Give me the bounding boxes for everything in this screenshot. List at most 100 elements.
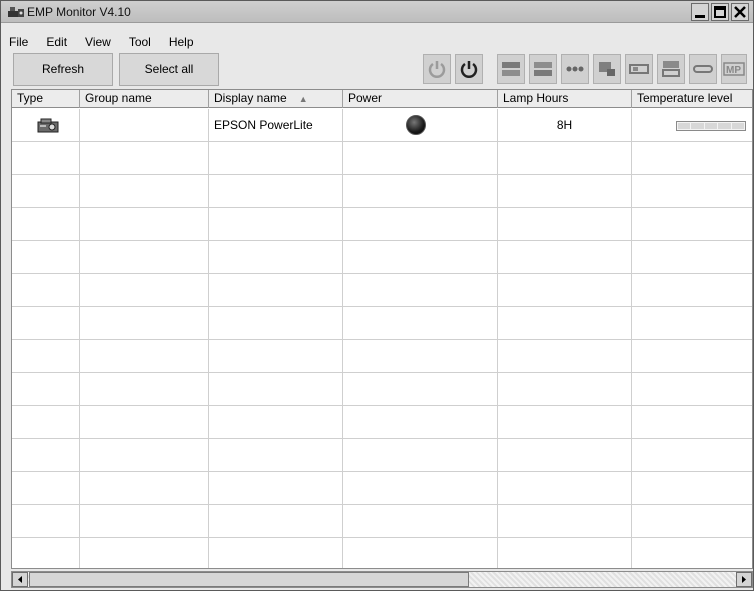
cell-group-name: [80, 109, 209, 142]
table-cell: [498, 406, 632, 439]
table-cell: [343, 241, 498, 274]
table-cell: [80, 373, 209, 406]
table-cell: [632, 208, 752, 241]
horizontal-scrollbar[interactable]: [11, 571, 753, 588]
scrollbar-thumb[interactable]: [29, 572, 469, 587]
table-cell: [209, 241, 343, 274]
resize-button[interactable]: [689, 54, 717, 84]
sort-ascending-icon: ▲: [298, 94, 308, 104]
power-off-icon: [460, 61, 478, 78]
table-cell: [209, 142, 343, 175]
table-row[interactable]: [12, 175, 752, 208]
column-header-temperature-level[interactable]: Temperature level: [632, 90, 752, 108]
table-cell: [632, 274, 752, 307]
av-mute-button[interactable]: [625, 54, 653, 84]
table-cell: [632, 373, 752, 406]
cell-power: [343, 109, 498, 142]
power-off-button[interactable]: [455, 54, 483, 84]
table-cell: [498, 373, 632, 406]
arrow-right-icon: [742, 576, 746, 583]
table-cell: [12, 241, 80, 274]
table-row[interactable]: [12, 307, 752, 340]
table-row[interactable]: [12, 241, 752, 274]
table-cell: [632, 175, 752, 208]
projector-icon: [37, 118, 59, 133]
select-all-button[interactable]: Select all: [119, 53, 219, 86]
table-cell: [343, 373, 498, 406]
table-cell: [12, 505, 80, 538]
table-row[interactable]: [12, 142, 752, 175]
source-s-video-icon: [599, 62, 615, 76]
table-cell: [498, 208, 632, 241]
table-cell: [498, 538, 632, 568]
svg-text:MP: MP: [726, 65, 741, 76]
menu-tool[interactable]: Tool: [121, 33, 161, 51]
menu-view[interactable]: View: [77, 33, 121, 51]
table-cell: [209, 472, 343, 505]
table-cell: [80, 241, 209, 274]
close-button[interactable]: [731, 3, 749, 21]
table-row[interactable]: [12, 406, 752, 439]
column-header-lamp-hours[interactable]: Lamp Hours: [498, 90, 632, 108]
table-row[interactable]: [12, 472, 752, 505]
source-computer1-icon: [502, 62, 520, 76]
cell-display-name: EPSON PowerLite: [209, 109, 343, 142]
minimize-icon: [695, 15, 705, 18]
table-cell: [343, 274, 498, 307]
table-header: Type Group name Display name ▲ Power Lamp…: [12, 90, 752, 108]
table-cell: [80, 472, 209, 505]
table-cell: [12, 472, 80, 505]
table-cell: [12, 142, 80, 175]
freeze-icon: [662, 61, 680, 77]
column-header-power[interactable]: Power: [343, 90, 498, 108]
cell-temperature-level: [632, 109, 752, 142]
table-row[interactable]: [12, 373, 752, 406]
column-header-display-name[interactable]: Display name ▲: [209, 90, 343, 108]
table-cell: [80, 340, 209, 373]
table-cell: [498, 439, 632, 472]
menu-edit[interactable]: Edit: [38, 33, 77, 51]
table-cell: [209, 505, 343, 538]
table-row[interactable]: [12, 208, 752, 241]
title-bar[interactable]: EMP Monitor V4.10: [1, 1, 753, 23]
projector-list[interactable]: Type Group name Display name ▲ Power Lamp…: [11, 89, 753, 569]
column-header-group-name[interactable]: Group name: [80, 90, 209, 108]
column-header-type[interactable]: Type: [12, 90, 80, 108]
table-cell: [209, 439, 343, 472]
table-cell: [209, 340, 343, 373]
power-on-icon: [428, 61, 446, 78]
table-row[interactable]: [12, 439, 752, 472]
window-title: EMP Monitor V4.10: [27, 5, 131, 19]
table-cell: [632, 472, 752, 505]
maximize-button[interactable]: [711, 3, 729, 21]
mp-button[interactable]: MP: [721, 54, 747, 84]
table-cell: [209, 175, 343, 208]
source-computer2-icon: [534, 62, 552, 76]
table-cell: [343, 142, 498, 175]
table-cell: [80, 538, 209, 568]
minimize-button[interactable]: [691, 3, 709, 21]
table-row[interactable]: [12, 538, 752, 568]
table-row[interactable]: [12, 505, 752, 538]
source-computer2-button[interactable]: [529, 54, 557, 84]
freeze-button[interactable]: [657, 54, 685, 84]
table-cell: [632, 142, 752, 175]
source-computer1-button[interactable]: [497, 54, 525, 84]
source-s-video-button[interactable]: [593, 54, 621, 84]
source-video-button[interactable]: [561, 54, 589, 84]
temperature-segment: [691, 123, 704, 129]
power-on-button[interactable]: [423, 54, 451, 84]
menu-file[interactable]: File: [1, 33, 38, 51]
table-row[interactable]: EPSON PowerLite 8H: [12, 109, 752, 142]
temperature-segment: [718, 123, 731, 129]
scroll-right-button[interactable]: [736, 572, 752, 587]
menu-help[interactable]: Help: [161, 33, 204, 51]
table-row[interactable]: [12, 340, 752, 373]
table-cell: [343, 208, 498, 241]
app-window: EMP Monitor V4.10 File Edit View Tool He…: [0, 0, 754, 591]
arrow-left-icon: [18, 576, 22, 583]
table-row[interactable]: [12, 274, 752, 307]
refresh-button[interactable]: Refresh: [13, 53, 113, 86]
source-video-icon: [566, 66, 584, 72]
scroll-left-button[interactable]: [12, 572, 28, 587]
